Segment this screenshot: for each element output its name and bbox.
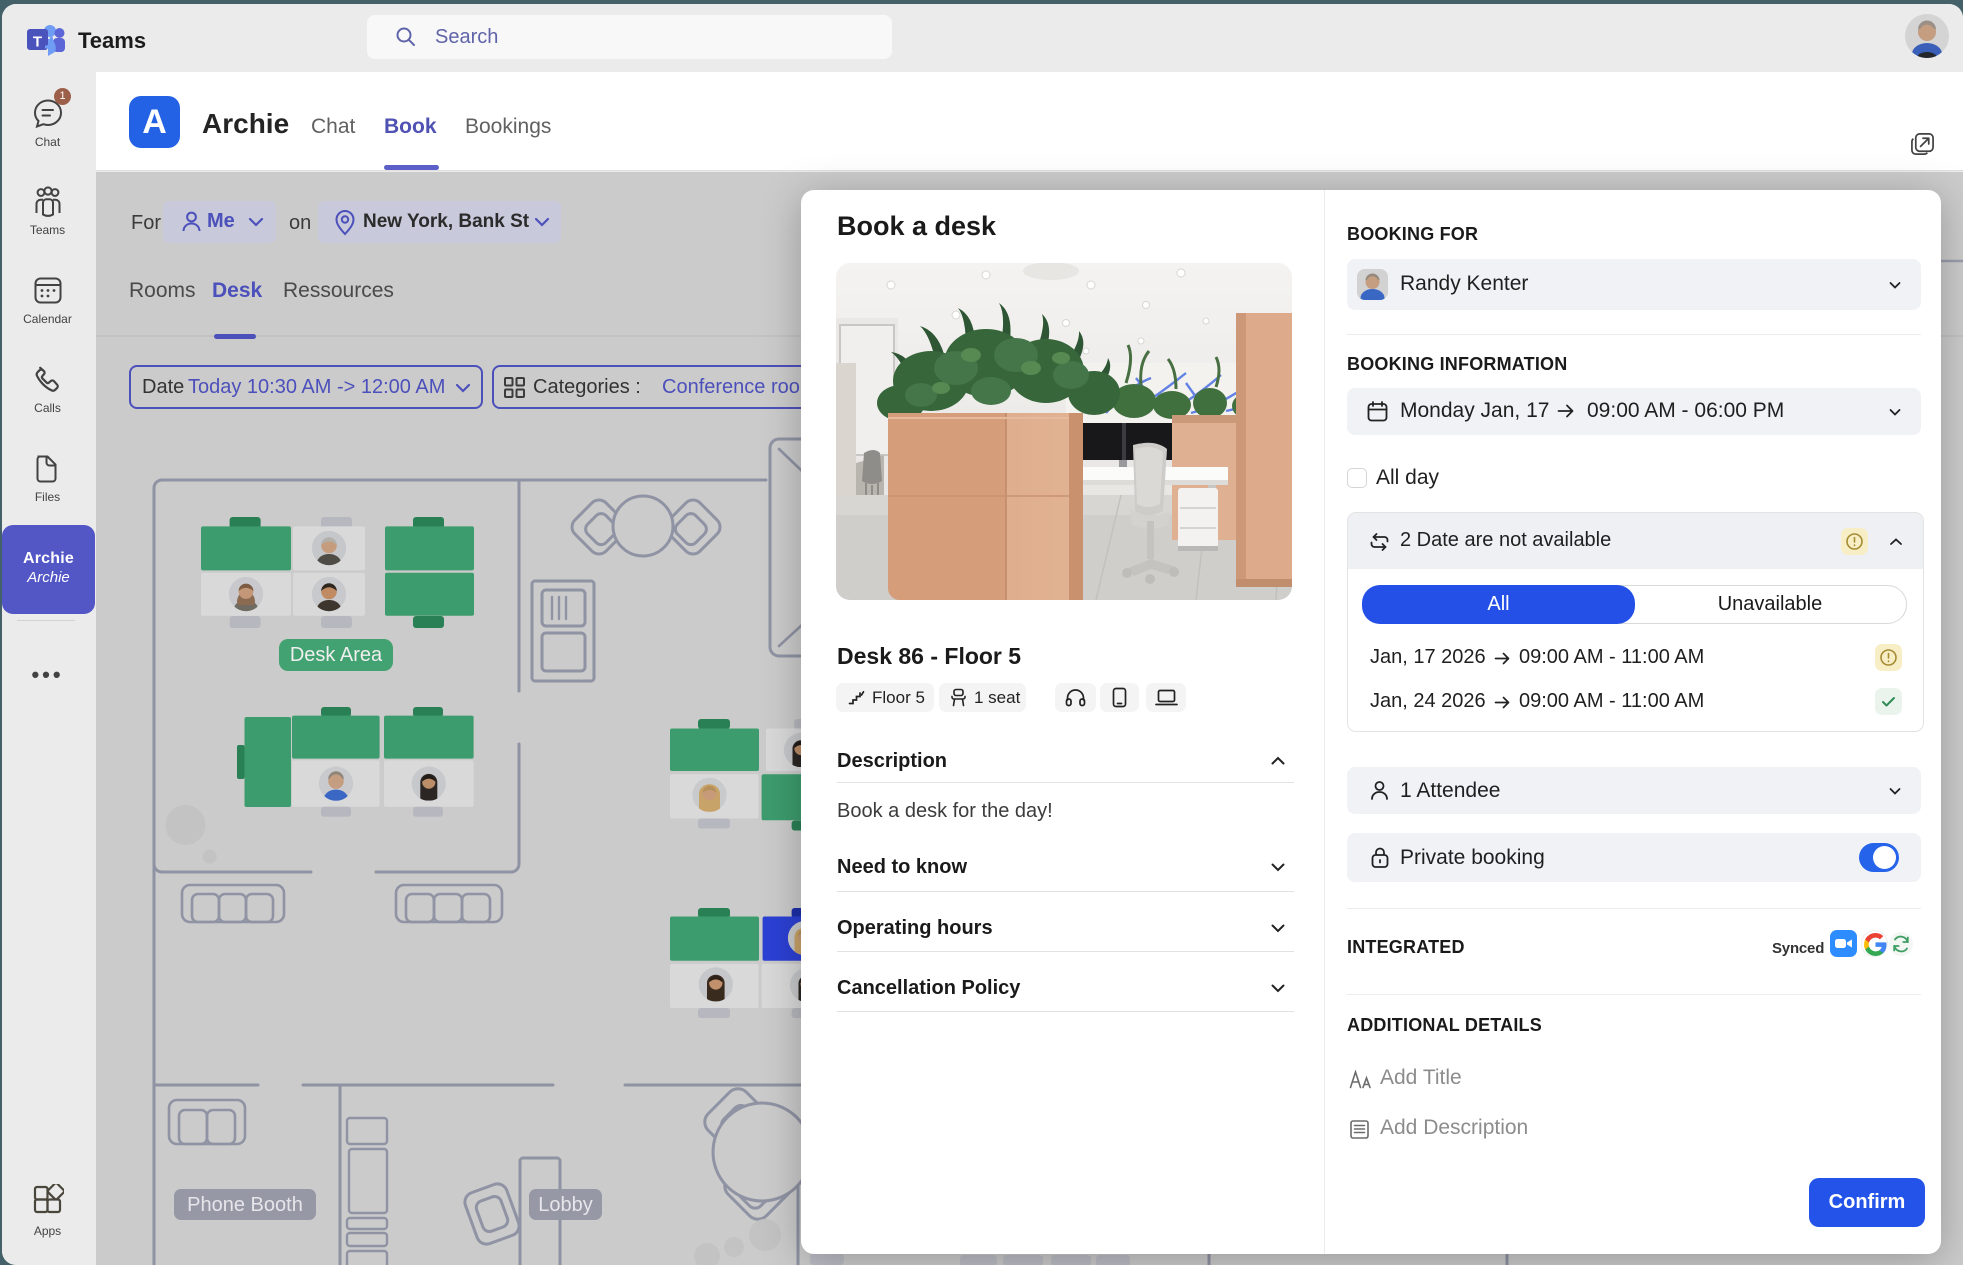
svg-text:Lobby: Lobby [538,1194,593,1216]
svg-text:Phone Booth: Phone Booth [187,1194,303,1216]
svg-text:T: T [33,34,42,51]
svg-text:Desk Area: Desk Area [290,644,383,666]
